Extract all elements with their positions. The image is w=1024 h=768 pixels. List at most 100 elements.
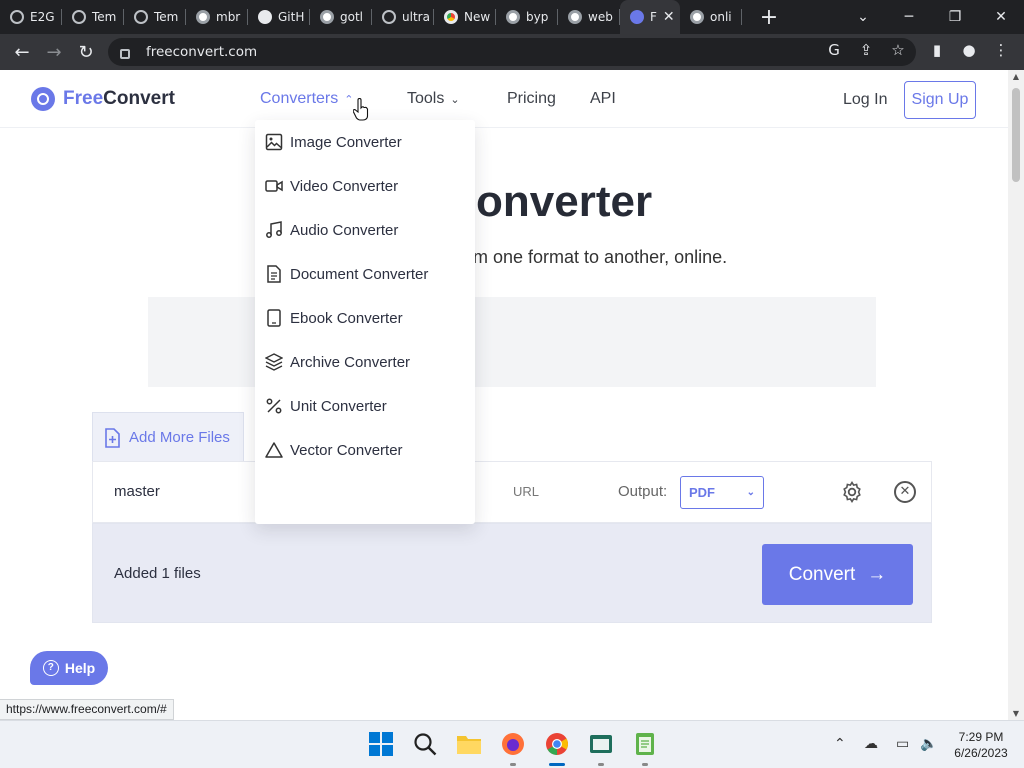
menu-item-audio-converter[interactable]: Audio Converter [255, 208, 475, 252]
address-url[interactable]: freeconvert.com [146, 44, 257, 60]
google-lens-icon[interactable]: G [824, 40, 844, 60]
menu-item-document-converter[interactable]: Document Converter [255, 252, 475, 296]
tab-label: GitH [278, 10, 305, 24]
file-explorer-icon[interactable] [456, 731, 482, 757]
browser-tab[interactable]: mbr [186, 0, 248, 34]
help-label: Help [64, 660, 96, 676]
google-icon [690, 10, 704, 24]
nav-pricing[interactable]: Pricing [507, 90, 556, 108]
taskbar-clock[interactable]: 7:29 PM 6/26/2023 [946, 729, 1016, 761]
browser-tab[interactable]: GitH [248, 0, 310, 34]
tab-search-icon[interactable]: ⌄ [840, 0, 886, 34]
back-arrow-icon[interactable]: ← [6, 36, 38, 68]
browser-tab[interactable]: onli [680, 0, 742, 34]
menu-item-label: Document Converter [290, 265, 429, 283]
tab-label: mbr [216, 10, 241, 24]
freeconvert-icon [630, 10, 644, 24]
windows-start-icon[interactable] [368, 731, 394, 757]
lock-icon[interactable] [120, 49, 130, 59]
globe-icon [10, 10, 24, 24]
browser-tab[interactable]: Tem [124, 0, 186, 34]
signup-button[interactable]: Sign Up [904, 81, 976, 119]
windows-taskbar: ⌃ ☁ ▭ 🔈 7:29 PM 6/26/2023 [0, 720, 1024, 768]
browser-tab[interactable]: New [434, 0, 496, 34]
google-icon [196, 10, 210, 24]
convert-button[interactable]: Convert → [762, 544, 913, 605]
menu-item-label: Image Converter [290, 133, 402, 151]
page-subtitle: m one format to another, online. [473, 247, 728, 267]
file-plus-icon [105, 427, 120, 448]
scroll-up-icon[interactable]: ▲ [1008, 72, 1024, 81]
display-icon[interactable]: ▭ [896, 736, 909, 752]
menu-kebab-icon[interactable]: ⋮ [991, 40, 1011, 60]
volume-icon[interactable]: 🔈 [920, 736, 937, 752]
add-more-files-button[interactable]: Add More Files [92, 412, 244, 462]
chrome-icon[interactable] [544, 731, 570, 757]
hand-cursor-icon [353, 98, 369, 121]
menu-item-ebook-converter[interactable]: Ebook Converter [255, 296, 475, 340]
tab-label: byp [526, 10, 549, 24]
browser-tab[interactable]: gotl [310, 0, 372, 34]
login-link[interactable]: Log In [843, 91, 887, 109]
profile-icon[interactable]: ● [959, 40, 979, 60]
menu-item-video-converter[interactable]: Video Converter [255, 164, 475, 208]
menu-item-label: Video Converter [290, 177, 399, 195]
page-title: onverter [476, 177, 653, 226]
file-uploader: Add More Files master URL Output: PDF ⌄ ✕… [92, 412, 932, 624]
remove-file-icon[interactable]: ✕ [894, 481, 916, 503]
share-icon[interactable]: ⇪ [856, 40, 876, 60]
restore-button[interactable]: ❐ [932, 0, 978, 34]
side-panel-icon[interactable]: ▮ [927, 40, 947, 60]
chevron-down-icon: ⌄ [450, 94, 460, 106]
browser-tab[interactable]: Tem [62, 0, 124, 34]
browser-tab[interactable]: ultra [372, 0, 434, 34]
chrome-icon [444, 10, 458, 24]
menu-item-label: Unit Converter [290, 397, 387, 415]
browser-tab[interactable]: web [558, 0, 620, 34]
browser-tab[interactable]: E2G [0, 0, 62, 34]
menu-item-image-converter[interactable]: Image Converter [255, 120, 475, 164]
freeconvert-logo[interactable]: FreeConvert [31, 87, 175, 111]
nav-tools[interactable]: Tools ⌄ [407, 90, 460, 108]
search-icon[interactable] [412, 731, 438, 757]
menu-item-unit-converter[interactable]: Unit Converter [255, 384, 475, 428]
firefox-icon[interactable] [500, 731, 526, 757]
help-button[interactable]: ? Help [30, 651, 108, 685]
output-format-value: PDF [689, 485, 715, 500]
menu-item-vector-converter[interactable]: Vector Converter [255, 428, 475, 472]
bookmark-star-icon[interactable]: ☆ [888, 40, 908, 60]
forward-arrow-icon[interactable]: → [38, 36, 70, 68]
app-window-icon[interactable] [588, 731, 614, 757]
menu-item-archive-converter[interactable]: Archive Converter [255, 340, 475, 384]
new-tab-button[interactable]: + [756, 5, 782, 30]
notepad-icon[interactable] [632, 731, 658, 757]
close-tab-icon[interactable]: ✕ [663, 9, 675, 25]
menu-item-label: Vector Converter [290, 441, 403, 459]
tab-label: gotl [340, 10, 363, 24]
google-icon [568, 10, 582, 24]
output-format-select[interactable]: PDF ⌄ [680, 476, 764, 509]
percent-icon [266, 398, 282, 414]
browser-tab-active[interactable]: F ✕ [620, 0, 680, 34]
minimize-button[interactable]: ─ [886, 0, 932, 34]
nav-converters-label: Converters [260, 90, 339, 107]
browser-tab[interactable]: byp [496, 0, 558, 34]
nav-converters[interactable]: Converters ⌃ [260, 90, 353, 108]
close-window-button[interactable]: ✕ [978, 0, 1024, 34]
reload-icon[interactable]: ↻ [70, 36, 102, 68]
menu-item-label: Audio Converter [290, 221, 399, 239]
document-icon [267, 265, 281, 283]
gear-icon[interactable] [840, 480, 864, 504]
page-scrollbar[interactable]: ▲ ▼ [1008, 70, 1024, 720]
chevron-up-icon[interactable]: ⌃ [834, 736, 846, 752]
scroll-down-icon[interactable]: ▼ [1008, 709, 1024, 718]
scrollbar-thumb[interactable] [1012, 88, 1020, 182]
network-icon[interactable]: ☁ [864, 736, 878, 752]
taskbar-indicator-active [549, 763, 565, 766]
google-icon [320, 10, 334, 24]
nav-api[interactable]: API [590, 90, 616, 108]
ebook-icon [267, 309, 281, 327]
address-bar[interactable]: freeconvert.com [108, 38, 916, 66]
file-source-label: URL [513, 484, 540, 499]
tab-label: F [650, 10, 657, 24]
